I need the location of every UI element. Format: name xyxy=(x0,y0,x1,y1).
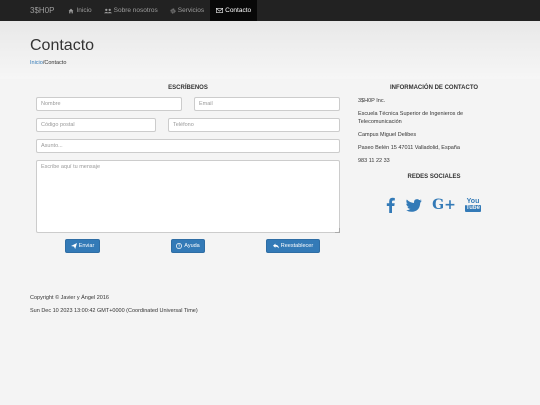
email-input[interactable] xyxy=(194,97,340,111)
nav-item-label: Inicio xyxy=(76,7,92,14)
send-button[interactable]: Enviar xyxy=(65,239,100,253)
nav-item-sobre-nosotros[interactable]: Sobre nosotros xyxy=(98,0,164,21)
nav-item-inicio[interactable]: Inicio xyxy=(62,0,97,21)
youtube-icon-bottom: Tube xyxy=(465,205,481,212)
nav-item-servicios[interactable]: Servicios xyxy=(164,0,210,21)
breadcrumb-home-link[interactable]: Inicio xyxy=(30,60,43,66)
top-navbar: 3$H0P Inicio Sobre nosotros Servicios Co… xyxy=(0,0,540,21)
copyright-text: Copyright © Javier y Ángel 2016 xyxy=(30,295,109,301)
reset-button[interactable]: Reestablecer xyxy=(266,239,320,253)
page-title: Contacto xyxy=(30,37,95,54)
campus-name: Campus Miguel Delibes xyxy=(358,132,417,138)
youtube-link[interactable]: You Tube xyxy=(465,196,481,214)
twitter-link[interactable] xyxy=(405,196,423,214)
contact-info-heading: INFORMACIÓN DE CONTACTO xyxy=(389,85,479,91)
paper-plane-icon xyxy=(70,243,77,249)
breadcrumb: Inicio/Contacto xyxy=(30,60,66,66)
nav-item-contacto[interactable]: Contacto xyxy=(210,0,258,21)
address: Paseo Belén 15 47011 Valladolid, España xyxy=(358,145,460,151)
phone-number: 983 11 22 33 xyxy=(358,158,390,164)
envelope-icon xyxy=(216,8,224,13)
school-name: Escuela Técnica Superior de Ingenieros d… xyxy=(358,111,464,125)
current-datetime: Sun Dec 10 2023 13:00:42 GMT+0000 (Coord… xyxy=(30,308,198,314)
nav-item-label: Servicios xyxy=(177,7,205,14)
phone-input[interactable] xyxy=(168,118,340,132)
help-button-label: Ayuda xyxy=(184,243,200,249)
youtube-icon-top: You xyxy=(466,198,480,205)
social-heading: REDES SOCIALES xyxy=(407,174,461,180)
reset-button-label: Reestablecer xyxy=(280,243,314,249)
gear-icon xyxy=(170,8,176,13)
send-button-label: Enviar xyxy=(78,243,95,249)
home-icon xyxy=(69,8,74,13)
postal-code-input[interactable] xyxy=(36,118,156,132)
users-icon xyxy=(103,8,112,13)
twitter-icon xyxy=(406,198,422,212)
brand-logo[interactable]: 3$H0P xyxy=(0,6,62,15)
google-plus-icon: G+ xyxy=(432,197,456,213)
facebook-link[interactable] xyxy=(383,196,397,214)
reply-arrow-icon xyxy=(272,243,279,249)
help-button[interactable]: ? Ayuda xyxy=(171,239,205,253)
google-plus-link[interactable]: G+ xyxy=(432,196,456,214)
facebook-icon xyxy=(386,197,395,213)
textarea-resize-handle[interactable] xyxy=(335,228,340,233)
question-circle-icon: ? xyxy=(176,243,183,249)
nav-item-label: Sobre nosotros xyxy=(113,7,158,14)
nav-item-label: Contacto xyxy=(225,7,252,14)
message-textarea[interactable] xyxy=(36,160,340,233)
breadcrumb-current: Contacto xyxy=(44,60,67,66)
company-name: 3$H0P Inc. xyxy=(358,98,386,104)
subject-input[interactable] xyxy=(36,139,340,153)
name-input[interactable] xyxy=(36,97,182,111)
form-heading: ESCRÍBENOS xyxy=(168,85,208,91)
